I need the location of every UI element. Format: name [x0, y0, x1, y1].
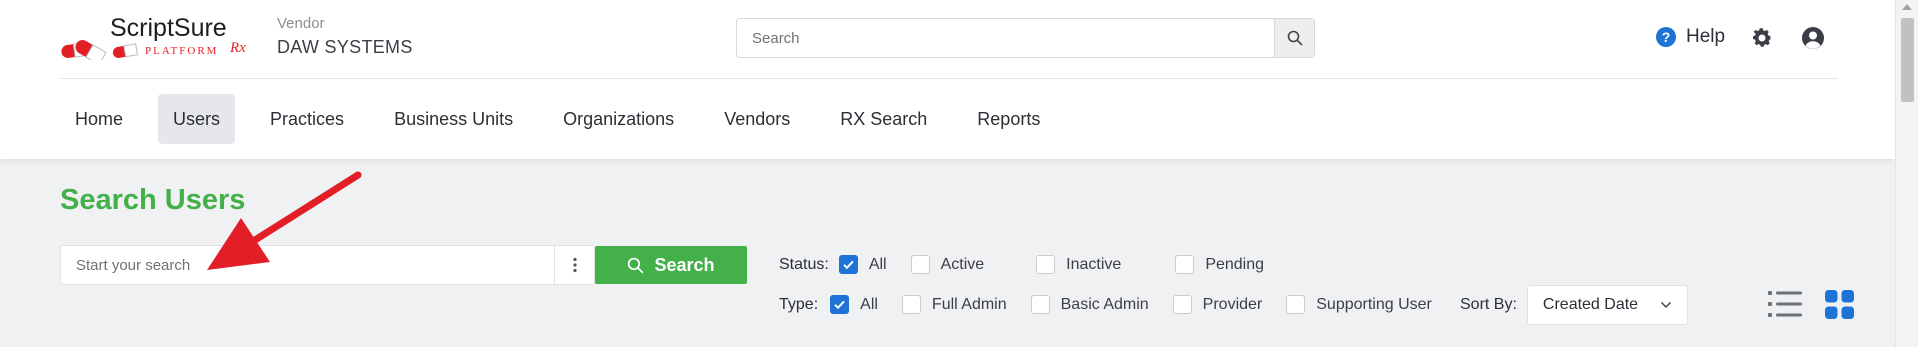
nav-item-business-units[interactable]: Business Units: [379, 94, 528, 144]
type-option-supporting-user[interactable]: Supporting User: [1286, 295, 1432, 314]
type-option-label: Full Admin: [931, 295, 1007, 313]
checkbox-checked-icon[interactable]: [838, 255, 858, 274]
checkbox-icon[interactable]: [1175, 255, 1195, 274]
type-option-basic-admin[interactable]: Basic Admin: [1030, 295, 1149, 314]
search-users-button[interactable]: Search: [595, 246, 747, 284]
user-account-icon[interactable]: [1801, 26, 1825, 50]
user-search-input[interactable]: [61, 246, 556, 284]
kebab-menu-icon: [572, 257, 577, 273]
status-option-label: Pending: [1205, 255, 1265, 273]
sort-selected-value: Created Date: [1542, 296, 1639, 313]
sort-select[interactable]: Created Date: [1526, 285, 1688, 325]
checkbox-checked-icon[interactable]: [830, 295, 850, 314]
scroll-up-icon[interactable]: [1902, 4, 1912, 10]
status-option-all[interactable]: All: [838, 255, 887, 274]
nav-item-rx-search[interactable]: RX Search: [825, 94, 942, 144]
help-icon: ?: [1656, 27, 1676, 47]
search-icon: [628, 257, 644, 273]
search-icon: [1287, 30, 1302, 46]
nav-item-users[interactable]: Users: [158, 94, 236, 144]
page-title: Search Users: [60, 184, 246, 216]
app-header: ScriptSure Rx PLATFORM Vendor DAW SYSTEM…: [0, 0, 1895, 159]
type-option-label: All: [860, 295, 878, 313]
nav-item-reports[interactable]: Reports: [962, 94, 1055, 144]
checkbox-icon[interactable]: [910, 255, 930, 274]
type-option-label: Supporting User: [1316, 295, 1432, 313]
vendor-label: Vendor: [277, 15, 325, 32]
checkbox-icon[interactable]: [1036, 255, 1056, 274]
nav-item-practices[interactable]: Practices: [255, 94, 359, 144]
type-option-provider[interactable]: Provider: [1172, 295, 1263, 314]
type-filter-label: Type:: [779, 295, 819, 313]
type-filter: Type: All Full Admin Basic Admin Provide…: [779, 295, 1456, 314]
type-option-label: Provider: [1202, 295, 1263, 313]
type-option-all[interactable]: All: [830, 295, 878, 314]
status-filter: Status: All Active Inactive Pending: [779, 255, 1288, 274]
svg-text:?: ?: [1662, 29, 1671, 45]
nav-item-vendors[interactable]: Vendors: [709, 94, 805, 144]
checkbox-icon[interactable]: [1030, 295, 1050, 314]
checkbox-icon[interactable]: [901, 295, 921, 314]
global-search-button[interactable]: [1274, 19, 1314, 57]
page-scrollbar[interactable]: [1895, 0, 1918, 347]
status-option-pending[interactable]: Pending: [1175, 255, 1264, 274]
status-option-label: All: [868, 255, 887, 273]
logo-text: ScriptSure: [110, 14, 227, 42]
settings-gear-icon[interactable]: [1750, 26, 1774, 50]
type-option-label: Basic Admin: [1060, 295, 1149, 313]
vendor-name: DAW SYSTEMS: [277, 37, 413, 57]
scriptsure-logo[interactable]: ScriptSure Rx PLATFORM: [60, 12, 255, 60]
status-option-label: Active: [940, 255, 985, 273]
logo-rx: Rx: [229, 40, 246, 56]
search-options-button[interactable]: [554, 246, 594, 284]
status-filter-label: Status:: [779, 255, 829, 273]
global-search-input[interactable]: [737, 19, 1272, 57]
vendor-info: Vendor DAW SYSTEMS: [277, 15, 413, 58]
status-option-active[interactable]: Active: [910, 255, 985, 274]
scroll-thumb[interactable]: [1901, 18, 1914, 102]
nav-item-home[interactable]: Home: [60, 94, 138, 144]
search-button-label: Search: [654, 254, 715, 275]
global-search: [736, 18, 1315, 58]
help-link[interactable]: ? Help: [1655, 26, 1725, 48]
list-view-icon[interactable]: [1768, 290, 1802, 318]
status-option-inactive[interactable]: Inactive: [1036, 255, 1121, 274]
nav-item-organizations[interactable]: Organizations: [548, 94, 689, 144]
header-divider: [60, 78, 1838, 79]
sort-label: Sort By:: [1460, 296, 1517, 313]
checkbox-icon[interactable]: [1286, 295, 1306, 314]
sort-control: Sort By: Created Date: [1460, 285, 1688, 325]
user-search-box: [60, 245, 595, 285]
logo-subtitle: PLATFORM: [145, 45, 218, 57]
type-option-full-admin[interactable]: Full Admin: [901, 295, 1007, 314]
help-label: Help: [1686, 26, 1726, 47]
chevron-down-icon: [1660, 301, 1671, 309]
main-nav: Home Users Practices Business Units Orga…: [60, 94, 1075, 144]
checkbox-icon[interactable]: [1172, 295, 1192, 314]
status-option-label: Inactive: [1066, 255, 1122, 273]
grid-view-icon[interactable]: [1825, 290, 1854, 319]
